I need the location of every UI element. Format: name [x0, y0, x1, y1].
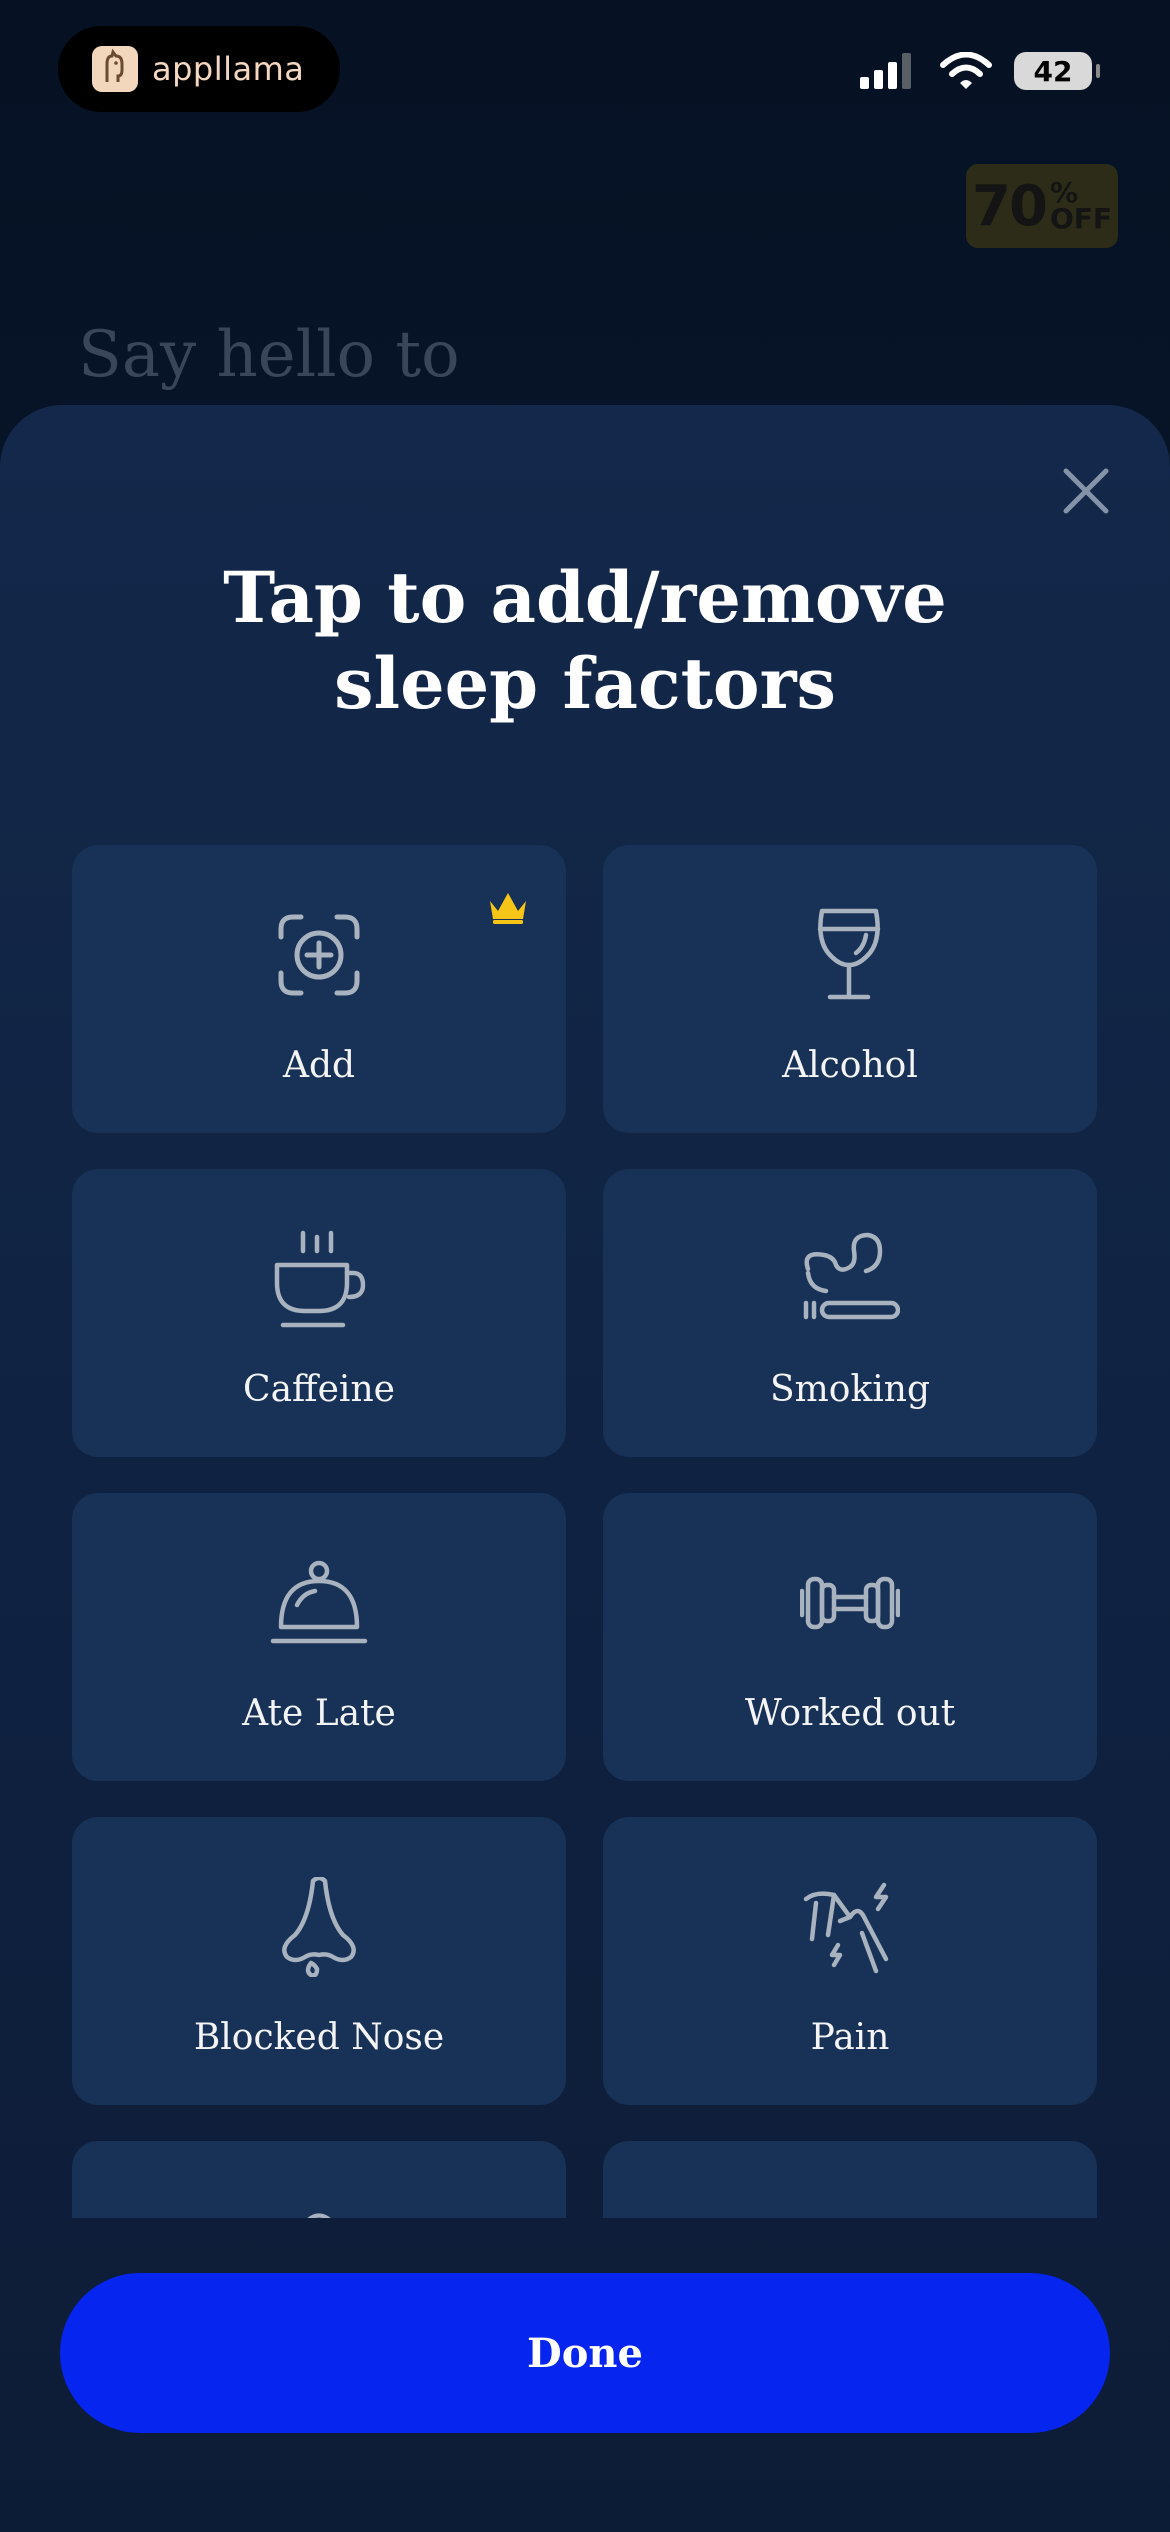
signal-icon: [860, 53, 911, 89]
battery-icon: 42: [1014, 52, 1100, 90]
sale-off-label: OFF: [1049, 202, 1112, 235]
factor-card-blocked-nose[interactable]: Blocked Nose: [72, 1817, 566, 2105]
llama-logo-icon: [92, 46, 138, 92]
background-heading: Say hello to: [78, 318, 460, 392]
factor-card-alcohol[interactable]: Alcohol: [603, 845, 1097, 1133]
factor-label: Smoking: [769, 1369, 931, 1410]
factor-label: Ate Late: [242, 1693, 396, 1734]
premium-crown-icon: [490, 893, 526, 924]
factor-label: Add: [282, 1045, 356, 1086]
factor-label: Caffeine: [243, 1369, 395, 1410]
dumbbell-icon: [800, 1576, 900, 1630]
nose-icon: [282, 1877, 356, 1977]
factor-card-worked-out[interactable]: Worked out: [603, 1493, 1097, 1781]
brand-name: appllama: [152, 50, 305, 88]
factor-label: Pain: [810, 2017, 890, 2058]
factor-label: Blocked Nose: [193, 2017, 445, 2058]
brand-pill: appllama: [58, 26, 340, 112]
sleep-factors-sheet: Add Alcohol Caffeine Smoking Ate Late Wo…: [0, 405, 1170, 2532]
factor-card-smoking[interactable]: Smoking: [603, 1169, 1097, 1457]
factor-card-partial[interactable]: [603, 2141, 1097, 2218]
battery-level: 42: [1033, 54, 1073, 88]
coffee-cup-icon: [274, 1230, 366, 1328]
wifi-icon: [940, 52, 992, 89]
sale-percent-number: 70: [972, 173, 1048, 239]
cigarette-icon: [803, 1232, 900, 1320]
sheet-title: Tap to add/remove sleep factors: [0, 555, 1170, 727]
factor-card-caffeine[interactable]: Caffeine: [72, 1169, 566, 1457]
done-button[interactable]: Done: [60, 2273, 1110, 2433]
sale-badge[interactable]: 70 % OFF: [966, 164, 1118, 248]
food-cloche-icon: [270, 1560, 368, 1644]
close-icon[interactable]: [1056, 461, 1116, 521]
factor-card-pain[interactable]: Pain: [603, 1817, 1097, 2105]
wine-glass-icon: [817, 908, 881, 1000]
sheet-title-line1: Tap to add/remove: [223, 556, 947, 639]
sheet-title-line2: sleep factors: [334, 642, 836, 725]
partial-icon: [307, 2213, 331, 2218]
factor-card-ate-late[interactable]: Ate Late: [72, 1493, 566, 1781]
add-scan-icon: [278, 914, 360, 996]
pain-joint-icon: [803, 1882, 889, 1974]
status-icons: 42: [860, 52, 1100, 90]
factor-card-partial[interactable]: [72, 2141, 566, 2218]
factor-card-add[interactable]: Add: [72, 845, 566, 1133]
factor-label: Alcohol: [782, 1045, 918, 1086]
factor-label: Worked out: [744, 1693, 956, 1734]
